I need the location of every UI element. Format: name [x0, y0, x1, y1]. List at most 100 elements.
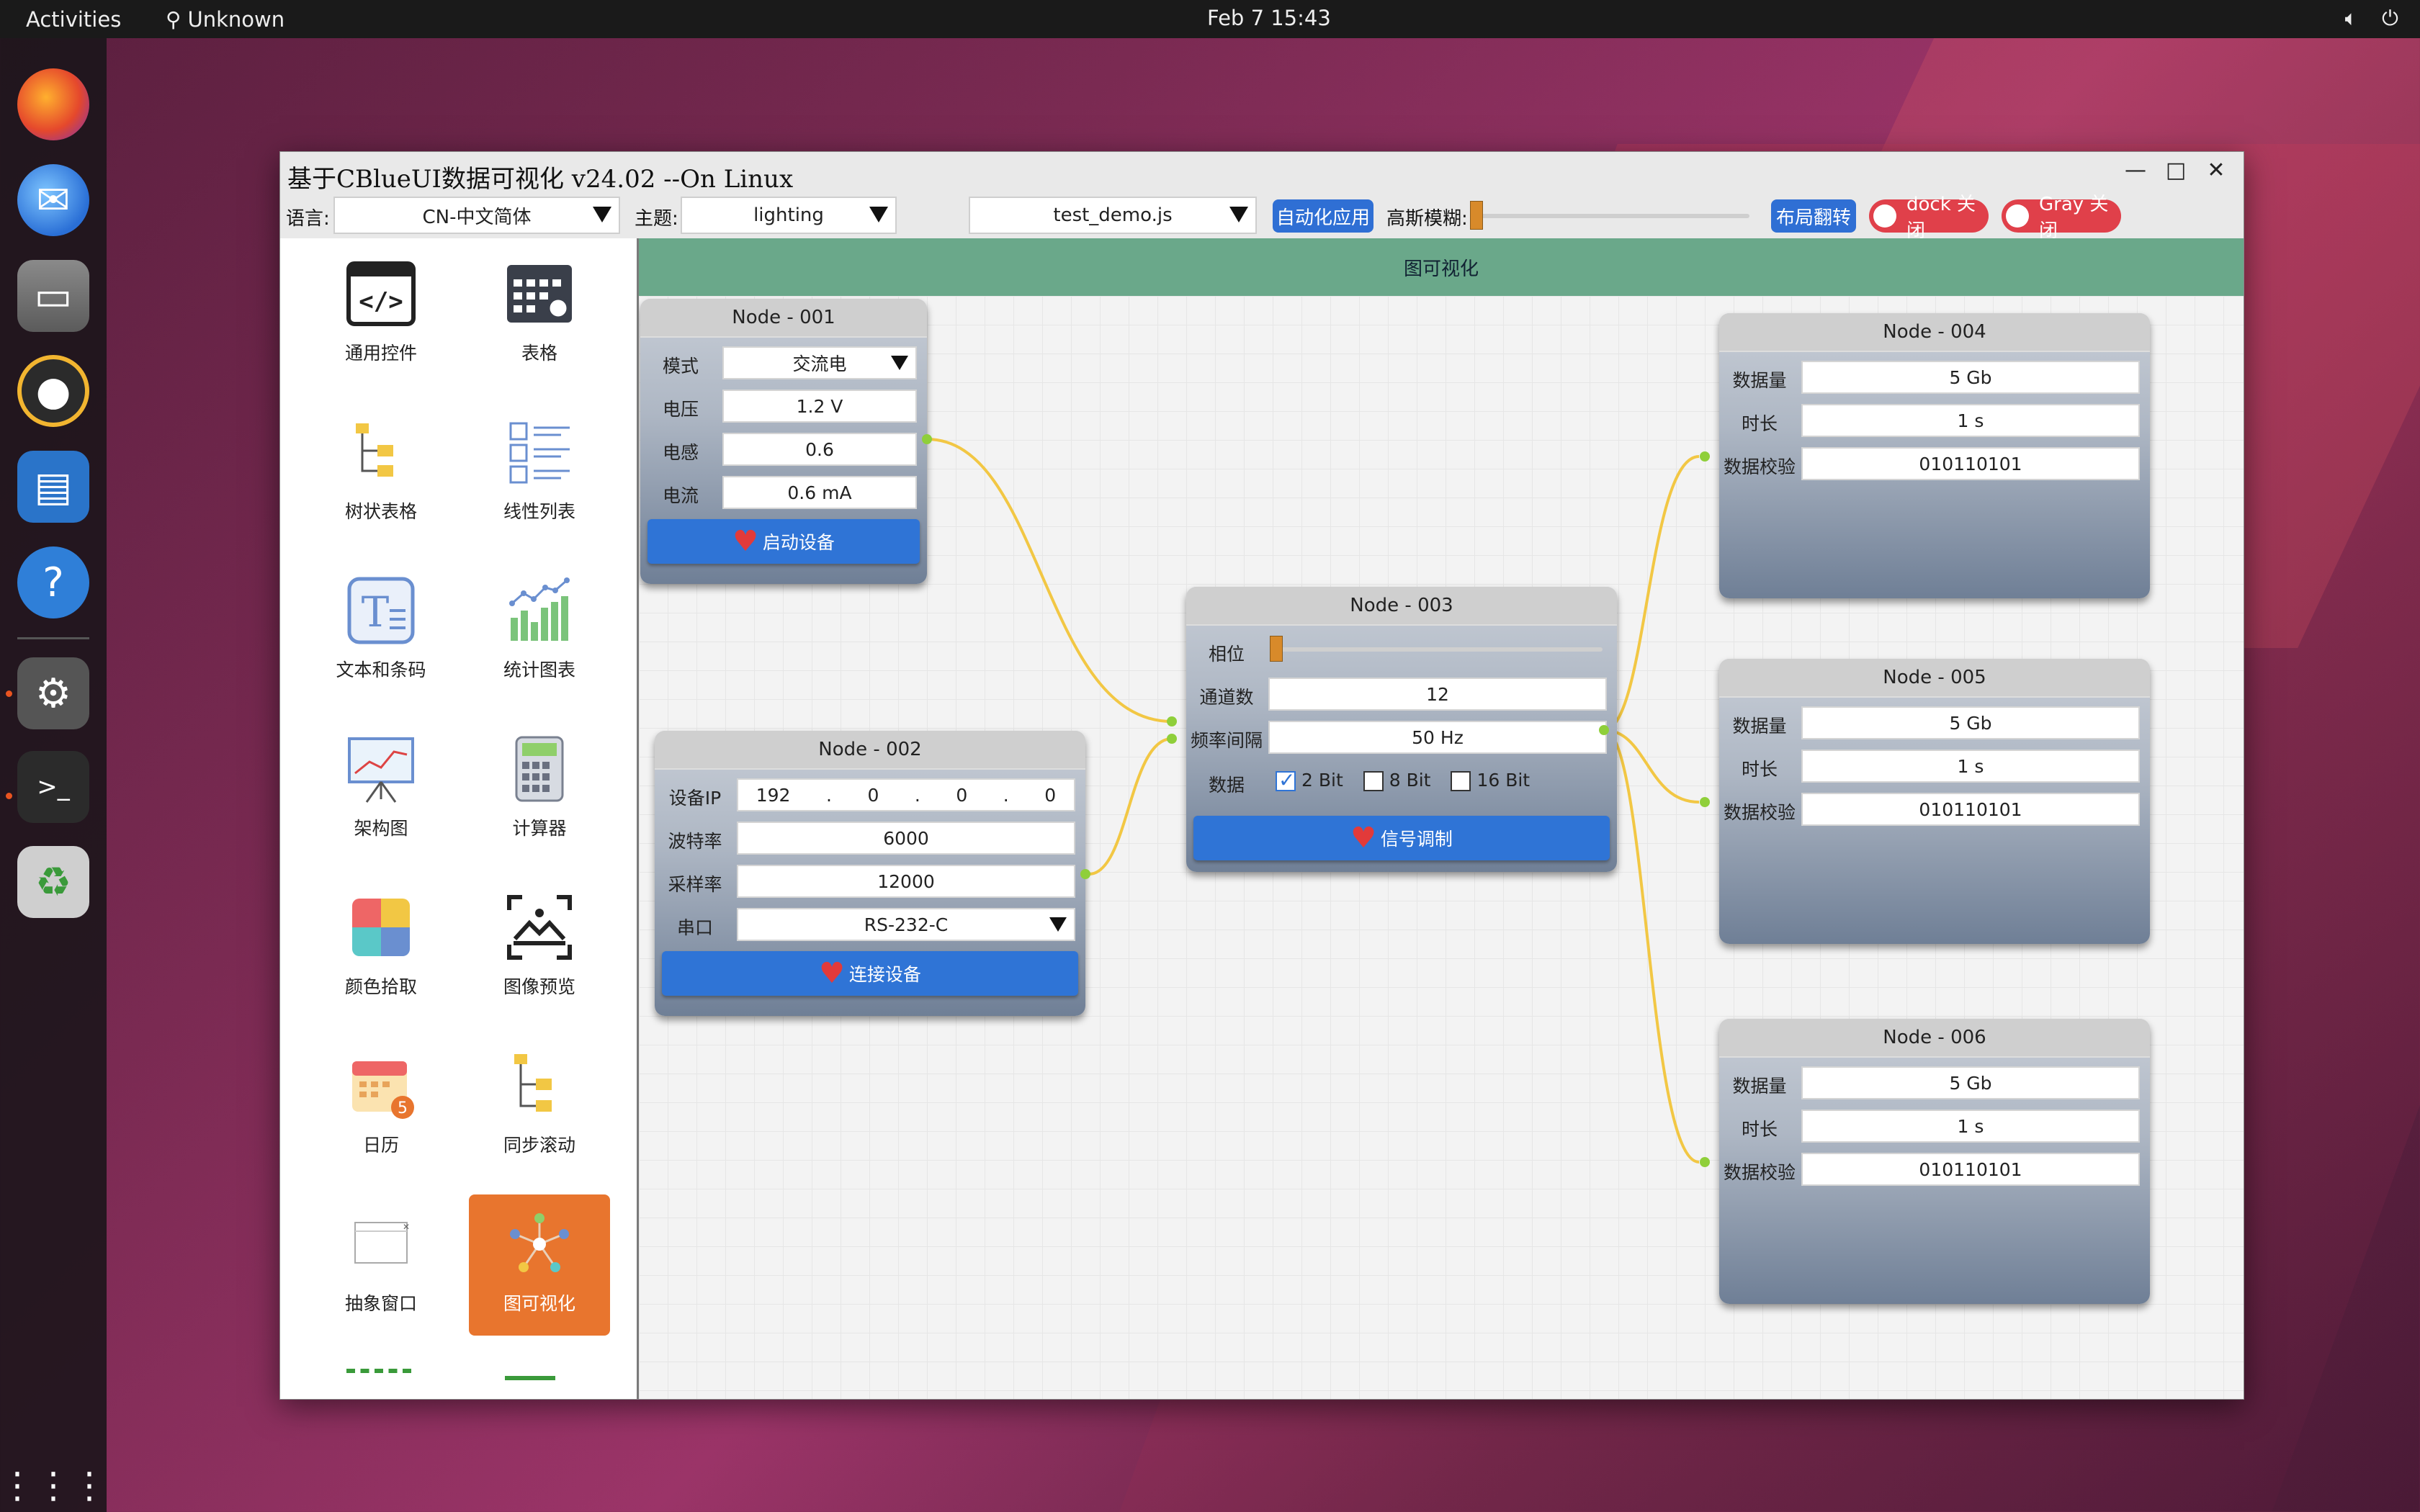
node-001[interactable]: Node - 001 模式 交流电 电压 1.2 V 电感 0.6 电流 0.6… [640, 299, 927, 584]
sidebar-item-table[interactable]: 表格 [469, 244, 610, 385]
connect-device-button[interactable]: ♥ 连接设备 [662, 951, 1078, 996]
thunderbird-icon[interactable]: ✉ [17, 164, 89, 236]
input-port[interactable] [1167, 716, 1177, 726]
sidebar[interactable]: </> 通用控件 表格 树状表格 线性列表 T 文本和条码 统计图表 架构图 计… [280, 238, 639, 1399]
checkbox-label: 8 Bit [1389, 770, 1431, 791]
sidebar-item-calendar[interactable]: 5 日历 [310, 1036, 452, 1177]
graph-canvas[interactable]: 图可视化 Node - 001 模式 交流电 电压 1.2 V 电感 0.6 电… [639, 238, 2244, 1399]
sidebar-item-abstract-window[interactable]: ✕ 抽象窗口 [310, 1194, 452, 1336]
system-menu[interactable]: 🔈︎ ⏻ [2321, 6, 2398, 31]
sidebar-item-tree-table[interactable]: 树状表格 [310, 402, 452, 544]
theme-select[interactable]: lighting [681, 197, 897, 234]
firefox-icon[interactable] [17, 68, 89, 140]
app-indicator[interactable]: ⚲ Unknown [166, 7, 284, 32]
duration-field[interactable]: 1 s [1801, 750, 2140, 783]
checkbox-16bit[interactable]: 16 Bit [1451, 770, 1530, 791]
node-title[interactable]: Node - 004 [1719, 313, 2150, 352]
sidebar-item-sync-scroll[interactable]: 同步滚动 [469, 1036, 610, 1177]
checksum-field[interactable]: 010110101 [1801, 447, 2140, 480]
sample-rate-field[interactable]: 12000 [737, 865, 1075, 898]
input-port[interactable] [1167, 734, 1177, 744]
minimize-button[interactable]: — [2115, 158, 2156, 186]
node-005[interactable]: Node - 005 数据量 5 Gb 时长 1 s 数据校验 01011010… [1719, 659, 2150, 944]
script-select[interactable]: test_demo.js [969, 197, 1257, 234]
app-grid-icon[interactable]: ⋮⋮⋮ [0, 1449, 107, 1512]
clock[interactable]: Feb 7 15:43 [1207, 6, 1331, 30]
mode-select[interactable]: 交流电 [722, 346, 917, 379]
duration-field[interactable]: 1 s [1801, 1110, 2140, 1143]
baud-field[interactable]: 6000 [737, 822, 1075, 855]
sidebar-item-stat-chart[interactable]: 统计图表 [469, 561, 610, 702]
writer-icon[interactable]: ▤ [17, 451, 89, 523]
auto-apply-button[interactable]: 自动化应用 [1273, 199, 1373, 233]
help-icon[interactable]: ? [17, 546, 89, 618]
input-port[interactable] [1700, 451, 1710, 462]
node-title[interactable]: Node - 006 [1719, 1019, 2150, 1058]
checkbox-2bit[interactable]: 2 Bit [1276, 768, 1343, 792]
maximize-button[interactable]: □ [2156, 158, 2196, 186]
title-bar[interactable]: 基于CBlueUI数据可视化 v24.02 --On Linux — □ ✕ [280, 152, 2244, 194]
sidebar-item-calculator[interactable]: 计算器 [469, 719, 610, 860]
data-amount-field[interactable]: 5 Gb [1801, 1066, 2140, 1099]
node-title[interactable]: Node - 003 [1186, 587, 1617, 626]
theme-value: lighting [753, 204, 824, 226]
node-002[interactable]: Node - 002 设备IP 192. 0. 0. 0 波特率 6000 采样… [655, 731, 1085, 1016]
node-006[interactable]: Node - 006 数据量 5 Gb 时长 1 s 数据校验 01011010… [1719, 1019, 2150, 1304]
ip-octet[interactable]: 0 [956, 785, 967, 806]
channels-field[interactable]: 12 [1268, 678, 1607, 711]
layout-flip-button[interactable]: 布局翻转 [1771, 199, 1856, 233]
rhythmbox-icon[interactable]: ● [17, 355, 89, 427]
checksum-field[interactable]: 010110101 [1801, 1153, 2140, 1186]
phase-slider-handle[interactable] [1270, 636, 1283, 662]
sidebar-item-architecture[interactable]: 架构图 [310, 719, 452, 860]
data-amount-field[interactable]: 5 Gb [1801, 706, 2140, 739]
input-port[interactable] [1700, 797, 1710, 807]
ip-octet[interactable]: 192 [756, 785, 791, 806]
current-field[interactable]: 0.6 mA [722, 476, 917, 509]
serial-port-select[interactable]: RS-232-C [737, 908, 1075, 941]
sidebar-item-graph-visualization[interactable]: 图可视化 [469, 1194, 610, 1336]
color-picker-icon [341, 888, 421, 967]
input-port[interactable] [1700, 1157, 1710, 1167]
heart-icon: ♥ [1350, 822, 1376, 855]
data-amount-label: 数据量 [1732, 370, 1787, 391]
close-button[interactable]: ✕ [2196, 158, 2236, 186]
settings-icon[interactable]: ⚙ [17, 657, 89, 729]
phase-slider[interactable] [1271, 647, 1603, 652]
node-title[interactable]: Node - 005 [1719, 659, 2150, 698]
node-004[interactable]: Node - 004 数据量 5 Gb 时长 1 s 数据校验 01011010… [1719, 313, 2150, 598]
duration-field[interactable]: 1 s [1801, 404, 2140, 437]
output-port[interactable] [1599, 725, 1609, 735]
signal-modulation-button[interactable]: ♥ 信号调制 [1193, 816, 1610, 860]
sidebar-item-color-picker[interactable]: 颜色拾取 [310, 878, 452, 1019]
trash-icon[interactable]: ♻ [17, 846, 89, 918]
language-select[interactable]: CN-中文简体 [333, 197, 620, 234]
checksum-field[interactable]: 010110101 [1801, 793, 2140, 826]
blur-slider-handle[interactable] [1470, 201, 1483, 230]
node-003[interactable]: Node - 003 相位 通道数 12 频率间隔 50 Hz 数据 2 Bit [1186, 587, 1617, 872]
inductance-field[interactable]: 0.6 [722, 433, 917, 466]
blur-slider[interactable] [1470, 214, 1749, 218]
voltage-field[interactable]: 1.2 V [722, 390, 917, 423]
sidebar-item-image-preview[interactable]: 图像预览 [469, 878, 610, 1019]
sidebar-item-label: 架构图 [354, 818, 408, 839]
freq-interval-field[interactable]: 50 Hz [1268, 721, 1607, 754]
start-device-button[interactable]: ♥ 启动设备 [647, 519, 920, 564]
files-icon[interactable]: ▭ [17, 260, 89, 332]
sidebar-item-general-controls[interactable]: </> 通用控件 [310, 244, 452, 385]
output-port[interactable] [922, 434, 932, 444]
ip-field[interactable]: 192. 0. 0. 0 [737, 778, 1075, 811]
data-amount-field[interactable]: 5 Gb [1801, 361, 2140, 394]
checkbox-8bit[interactable]: 8 Bit [1363, 770, 1431, 791]
dock-toggle[interactable]: dock 关闭 [1869, 194, 1989, 242]
ip-octet[interactable]: 0 [867, 785, 879, 806]
gray-toggle[interactable]: Gray 关闭 [2002, 194, 2121, 242]
activities-button[interactable]: Activities [26, 7, 121, 32]
node-title[interactable]: Node - 001 [640, 299, 927, 338]
ip-octet[interactable]: 0 [1044, 785, 1056, 806]
sidebar-item-text-barcode[interactable]: T 文本和条码 [310, 561, 452, 702]
output-port[interactable] [1080, 869, 1090, 879]
sidebar-item-linear-list[interactable]: 线性列表 [469, 402, 610, 544]
terminal-icon[interactable]: >_ [17, 751, 89, 823]
node-title[interactable]: Node - 002 [655, 731, 1085, 770]
